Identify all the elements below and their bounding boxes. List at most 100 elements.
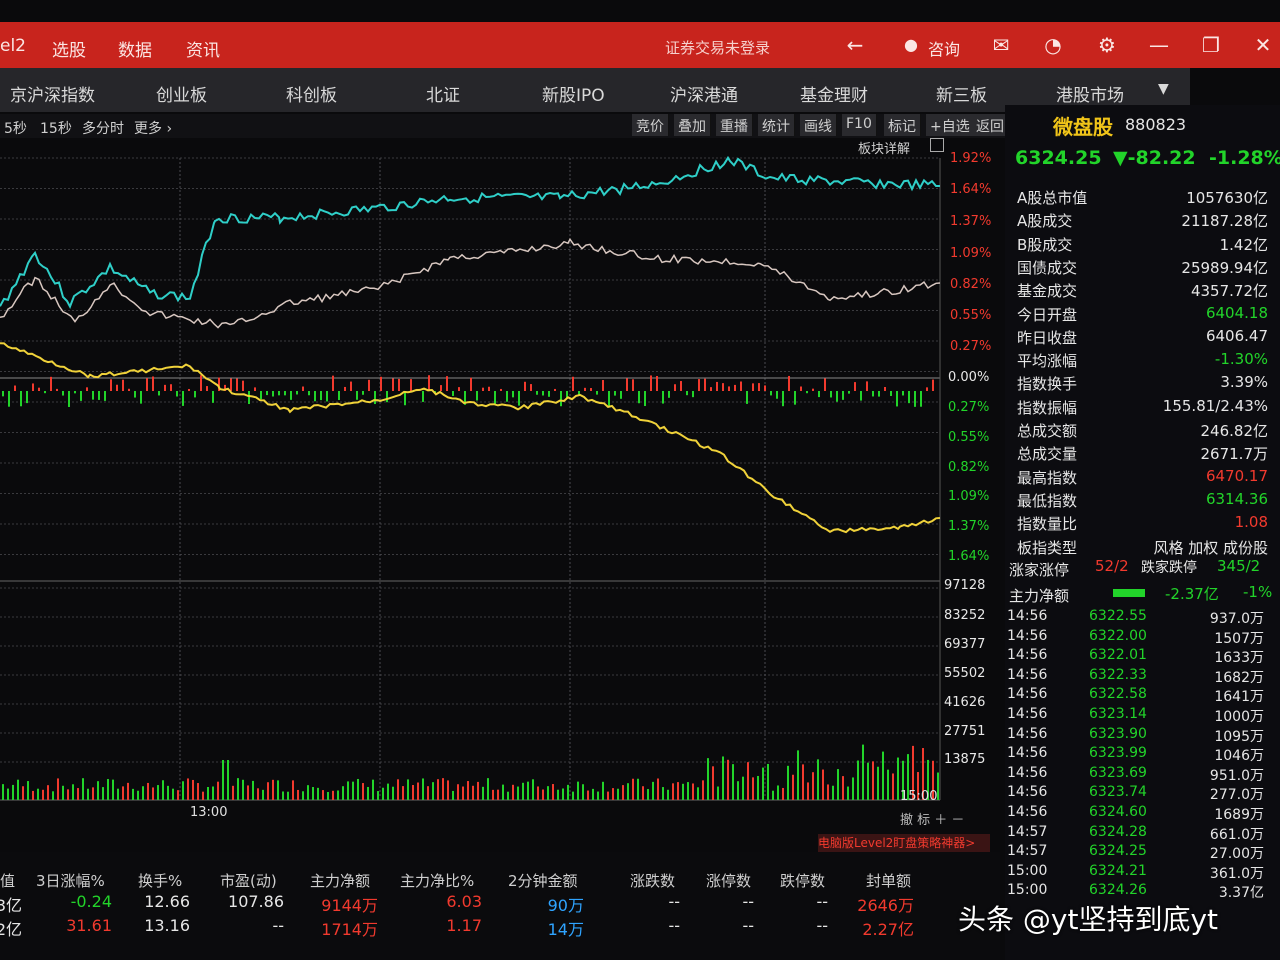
flow-bar: [674, 384, 676, 391]
level2-promo-banner[interactable]: 电脑版Level2盯盘策略神器>: [818, 834, 990, 852]
trade-login-status[interactable]: 证券交易未登录: [665, 37, 770, 58]
col-header[interactable]: 跌停数: [780, 870, 825, 891]
volume-bar: [857, 760, 859, 800]
nav-star-market[interactable]: 科创板: [286, 81, 337, 106]
tool-auction[interactable]: 竞价: [632, 114, 669, 136]
tool-replay[interactable]: 重播: [716, 114, 753, 136]
net-flow-label[interactable]: 主力净额: [1009, 585, 1069, 606]
flow-bar: [500, 388, 502, 391]
close-icon[interactable]: ✕: [1250, 32, 1276, 58]
flow-bar: [410, 379, 412, 391]
pct-down-label: 0.82%: [948, 460, 990, 475]
table-cell: 90万: [547, 896, 584, 915]
tick-price: 6323.90: [1089, 726, 1147, 742]
col-header[interactable]: 换手%: [138, 870, 182, 891]
volume-bar: [802, 764, 804, 800]
nav-ipo[interactable]: 新股IPO: [542, 81, 605, 106]
gear-icon[interactable]: ⚙: [1094, 32, 1120, 58]
flow-bar: [806, 391, 808, 394]
col-header[interactable]: 市盈(动): [220, 870, 277, 891]
col-header[interactable]: 值: [0, 870, 15, 891]
volume-bar: [572, 791, 574, 800]
nav-index[interactable]: 京沪深指数: [10, 81, 95, 106]
tool-f10[interactable]: F10: [842, 114, 877, 136]
tool-draw[interactable]: 画线: [800, 114, 837, 136]
tool-overlay[interactable]: 叠加: [674, 114, 711, 136]
time-label-1500: 15:00: [900, 789, 938, 804]
menu-news[interactable]: 资讯: [186, 36, 220, 61]
zoom-controls[interactable]: 撤 标 ＋ －: [900, 809, 964, 828]
intraday-chart[interactable]: 板块详解 1.92% 1.64% 1.37% 1.09% 0.82% 0.55%…: [0, 138, 1010, 852]
col-header[interactable]: 2分钟金额: [508, 870, 578, 891]
flow-bar: [428, 375, 430, 391]
back-arrow-icon[interactable]: ←: [842, 32, 868, 58]
menu-stock-picker[interactable]: 选股: [52, 36, 86, 61]
flow-bar: [512, 391, 514, 398]
pct-down-label: 1.64%: [948, 549, 990, 564]
flow-bar: [524, 381, 526, 391]
col-header[interactable]: 主力净额: [310, 870, 370, 891]
quote-stat-value: 1057630亿: [1186, 189, 1268, 207]
tool-add-watch[interactable]: +自选: [926, 114, 975, 136]
volume-bar: [512, 784, 514, 800]
volume-bar: [687, 782, 689, 800]
sector-detail-link[interactable]: 板块详解: [858, 138, 910, 157]
volume-bar: [362, 783, 364, 800]
nav-chinext[interactable]: 创业板: [156, 81, 207, 106]
chart-grid: [0, 157, 941, 801]
flow-bar: [38, 387, 40, 391]
volume-bar: [17, 779, 19, 800]
table-cell: --: [742, 892, 754, 911]
col-header[interactable]: 主力净比%: [400, 870, 474, 891]
panel-toggle-icon[interactable]: [930, 138, 944, 152]
mail-icon[interactable]: ✉: [988, 32, 1014, 58]
col-header[interactable]: 封单额: [866, 870, 911, 891]
flow-bar: [884, 387, 886, 391]
skin-icon[interactable]: ◔: [1040, 32, 1066, 58]
net-flow-pct: -1%: [1243, 583, 1273, 601]
volume-bar: [457, 784, 459, 800]
flow-bar: [158, 391, 160, 396]
volume-bar: [837, 769, 839, 800]
pct-down-label: 0.27%: [948, 400, 990, 415]
tick-volume: 1046万: [1214, 748, 1264, 764]
tool-return[interactable]: 返回: [972, 114, 1009, 136]
nav-hk[interactable]: 港股市场: [1056, 81, 1124, 106]
flow-bar: [800, 386, 802, 391]
flow-bar: [152, 376, 154, 391]
col-header[interactable]: 涨跌数: [630, 870, 675, 891]
quote-stat-label: 平均涨幅: [1017, 352, 1078, 370]
minimize-icon[interactable]: —: [1146, 32, 1172, 58]
tool-mark[interactable]: 标记: [884, 114, 921, 136]
tool-stats[interactable]: 统计: [758, 114, 795, 136]
consult-button[interactable]: 咨询: [928, 36, 960, 60]
volume-bar: [342, 786, 344, 800]
pct-up-label: 1.37%: [950, 214, 992, 229]
nav-connect[interactable]: 沪深港通: [670, 81, 738, 106]
period-5s[interactable]: 5秒: [4, 118, 27, 138]
volume-bar: [122, 786, 124, 800]
flow-bar: [932, 379, 934, 391]
period-multi[interactable]: 多分时: [82, 118, 124, 138]
nav-funds[interactable]: 基金理财: [800, 81, 868, 106]
col-header[interactable]: 3日涨幅%: [36, 870, 105, 891]
nav-neeq[interactable]: 新三板: [936, 81, 987, 106]
flow-bar: [110, 379, 112, 391]
flow-bar: [686, 391, 688, 396]
volume-bar: [467, 781, 469, 800]
chevron-down-icon[interactable]: ▼: [1158, 81, 1169, 97]
volume-bar: [367, 786, 369, 800]
volume-bar: [497, 789, 499, 800]
nav-beijing[interactable]: 北证: [426, 81, 460, 106]
flow-bar: [770, 391, 772, 396]
period-more[interactable]: 更多 ›: [134, 118, 172, 138]
period-15s[interactable]: 15秒: [40, 118, 72, 138]
help-icon[interactable]: ●: [898, 32, 924, 58]
restore-icon[interactable]: ❐: [1198, 32, 1224, 58]
menu-level2[interactable]: el2: [0, 36, 26, 56]
col-header[interactable]: 涨停数: [706, 870, 751, 891]
volume-bar: [642, 786, 644, 800]
up-limit-value: 52/2: [1095, 557, 1129, 575]
flow-bar: [272, 391, 274, 397]
menu-data[interactable]: 数据: [118, 36, 152, 61]
